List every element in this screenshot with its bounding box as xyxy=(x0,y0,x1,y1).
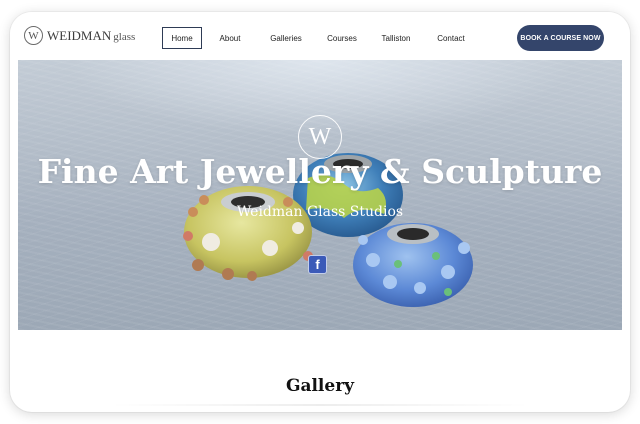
nav-item-contact[interactable]: Contact xyxy=(418,27,484,49)
logo-suffix: glass xyxy=(113,30,136,43)
site-header: W WEIDMAN glass Home About Galleries Cour… xyxy=(10,12,630,60)
logo-emblem: W xyxy=(24,26,43,45)
nav-item-talliston[interactable]: Talliston xyxy=(374,27,418,49)
nav-item-courses[interactable]: Courses xyxy=(310,27,374,49)
logo-wordmark: WEIDMAN glass xyxy=(47,28,135,44)
nav-item-about[interactable]: About xyxy=(202,27,258,49)
site-logo[interactable]: W WEIDMAN glass xyxy=(24,26,135,45)
hero-subtitle: Weidman Glass Studios xyxy=(236,204,404,220)
nav-item-home[interactable]: Home xyxy=(162,27,202,49)
facebook-icon[interactable]: f xyxy=(308,255,327,274)
hero-title: Fine Art Jewellery & Sculpture xyxy=(37,152,603,191)
gallery-heading: Gallery xyxy=(285,376,355,396)
book-course-button[interactable]: BOOK A COURSE NOW xyxy=(517,25,604,51)
browser-frame: W WEIDMAN glass Home About Galleries Cour… xyxy=(10,12,630,412)
gallery-divider xyxy=(110,404,530,406)
hero-banner: W Fine Art Jewellery & Sculpture Weidman… xyxy=(18,60,622,330)
main-nav: Home About Galleries Courses Talliston C… xyxy=(162,27,484,49)
logo-name: WEIDMAN xyxy=(47,27,112,43)
hero-background-beads-image xyxy=(183,153,473,307)
nav-item-galleries[interactable]: Galleries xyxy=(262,27,310,49)
